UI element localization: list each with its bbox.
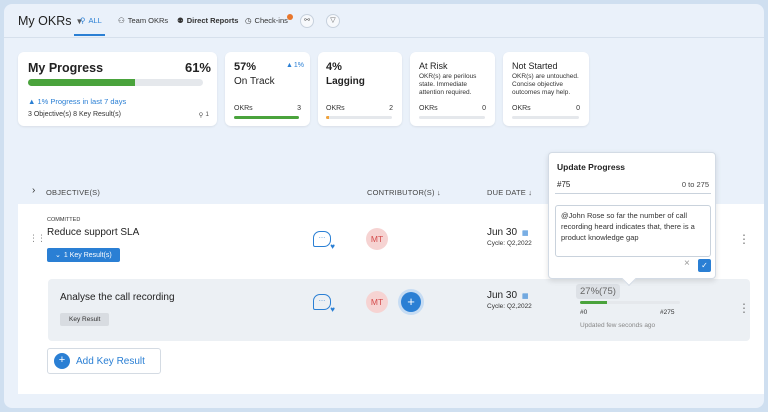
objective-cycle: Cycle: Q2,2022 [487,240,532,247]
on-track-card[interactable]: 57% On Track ▲ 1% OKRs 3 [225,52,310,126]
okrs-count: 0 [482,105,486,112]
person-icon: ⚲ [198,112,204,119]
stat-bar [326,116,392,119]
tab-all[interactable]: ⚲ ALL [80,16,102,25]
filter-icon[interactable]: ▽ [326,14,340,28]
kr-updated: Updated few seconds ago [580,322,656,329]
progress-percent: 61% [184,60,211,75]
popover-title: Update Progress [557,162,626,172]
add-contributor-button[interactable]: + [401,292,421,312]
arrow-up-icon: ▲ [285,62,293,69]
key-results-chip[interactable]: ⌄ 1 Key Result(s) [47,248,120,262]
key-result-title[interactable]: Analyse the call recording [60,292,175,303]
at-risk-title: At Risk [419,61,448,71]
top-nav: My OKRs ▼ ⚲ ALL ⚇ Team OKRs ⚉ Direct Rep… [4,4,764,38]
expand-all-icon[interactable]: › [32,185,35,196]
progress-title: My Progress [28,61,104,75]
key-result-due[interactable]: Jun 30 ▦ [487,290,529,301]
stat-bar-fill [326,116,329,119]
add-key-result-button[interactable]: + Add Key Result [47,348,161,374]
progress-change: ▲ 1% Progress in last 7 days [28,97,127,106]
stat-bar-fill [234,116,299,119]
tab-team-okrs[interactable]: ⚇ Team OKRs [118,16,168,25]
conversation-icon[interactable]: … ♥ [313,294,335,314]
progress-comment-input[interactable]: @John Rose so far the number of call rec… [555,205,711,257]
avatar[interactable]: MT [366,291,388,313]
check-in-icon: ◷ [245,16,252,25]
conversation-icon[interactable]: … ♥ [313,231,335,251]
okr-page: My OKRs ▼ ⚲ ALL ⚇ Team OKRs ⚉ Direct Rep… [4,4,764,408]
drag-handle-icon[interactable]: ⋮⋮ [29,233,46,244]
at-risk-desc: OKR(s) are perilous state. Immediate att… [419,73,477,96]
not-started-desc: OKR(s) are untouched. Concise objective … [512,73,579,96]
kr-min: #0 [580,309,588,316]
key-result-tag: Key Result [60,313,110,326]
progress-summary: 3 Objective(s) 8 Key Result(s) [28,111,121,118]
team-icon: ⚇ [118,16,125,25]
all-icon: ⚲ [80,16,86,25]
key-result-row [48,279,750,341]
lagging-card[interactable]: 4% Lagging OKRs 2 [318,52,402,126]
update-progress-popover: Update Progress #75 0 to 275 @John Rose … [548,152,716,287]
kr-progress-fill [580,301,607,304]
objective-status: COMMITTED [47,217,81,223]
lagging-label: Lagging [326,76,365,87]
user-icon: ⚉ [177,16,184,25]
stat-bar [234,116,299,119]
key-result-cycle: Cycle: Q2,2022 [487,303,532,310]
arrow-up-icon: ▲ [28,97,36,106]
calendar-icon: ▦ [522,229,529,237]
objective-title[interactable]: Reduce support SLA [47,227,139,238]
org-chart-icon[interactable]: ⚯ [300,14,314,28]
progress-bar-fill [28,79,135,86]
not-started-title: Not Started [512,61,558,71]
notification-badge [286,13,293,20]
on-track-value: 57% [234,61,257,73]
save-check-button[interactable]: ✓ [698,259,711,272]
col-contributors[interactable]: CONTRIBUTOR(S) ↓ [367,188,441,197]
tab-check-ins[interactable]: ◷ Check-ins [245,13,293,25]
okrs-count: 3 [297,105,301,112]
avatar[interactable]: MT [366,228,388,250]
stat-bar [512,116,579,119]
kr-progress-value[interactable]: 27%(75) [576,284,620,299]
page-title-dropdown[interactable]: My OKRs ▼ [18,14,83,28]
not-started-card[interactable]: Not Started OKR(s) are untouched. Concis… [503,52,589,126]
on-track-label: On Track [234,76,275,87]
progress-bar [28,79,203,86]
cancel-icon[interactable]: × [684,258,690,269]
calendar-icon: ▦ [522,292,529,300]
stat-bar [419,116,485,119]
kr-progress-bar [580,301,680,304]
heart-icon: ♥ [330,242,335,251]
more-options-icon[interactable]: ⋮ [738,302,750,314]
objective-due[interactable]: Jun 30 ▦ [487,227,529,238]
col-objectives[interactable]: OBJECTIVE(S) [46,188,100,197]
on-track-change: ▲ 1% [285,62,304,69]
progress-value-input[interactable]: #75 0 to 275 [555,176,711,194]
heart-icon: ♥ [330,305,335,314]
more-options-icon[interactable]: ⋮ [738,233,750,245]
okrs-label: OKRs [512,105,531,112]
kr-max: #275 [660,309,675,316]
okrs-label: OKRs [326,105,345,112]
okrs-label: OKRs [234,105,253,112]
chevron-down-icon: ⌄ [55,252,61,259]
plus-icon: + [54,353,70,369]
my-progress-card: My Progress 61% ▲ 1% Progress in last 7 d… [18,52,217,126]
okrs-count: 2 [389,105,393,112]
okrs-count: 0 [576,105,580,112]
okrs-label: OKRs [419,105,438,112]
tab-direct-reports[interactable]: ⚉ Direct Reports [177,16,243,25]
page-title: My OKRs [18,14,72,28]
active-tab-indicator [74,34,105,36]
people-count: ⚲ 1 [198,111,209,119]
lagging-value: 4% [326,61,342,73]
at-risk-card[interactable]: At Risk OKR(s) are perilous state. Immed… [410,52,495,126]
col-due-date[interactable]: DUE DATE ↓ [487,188,532,197]
